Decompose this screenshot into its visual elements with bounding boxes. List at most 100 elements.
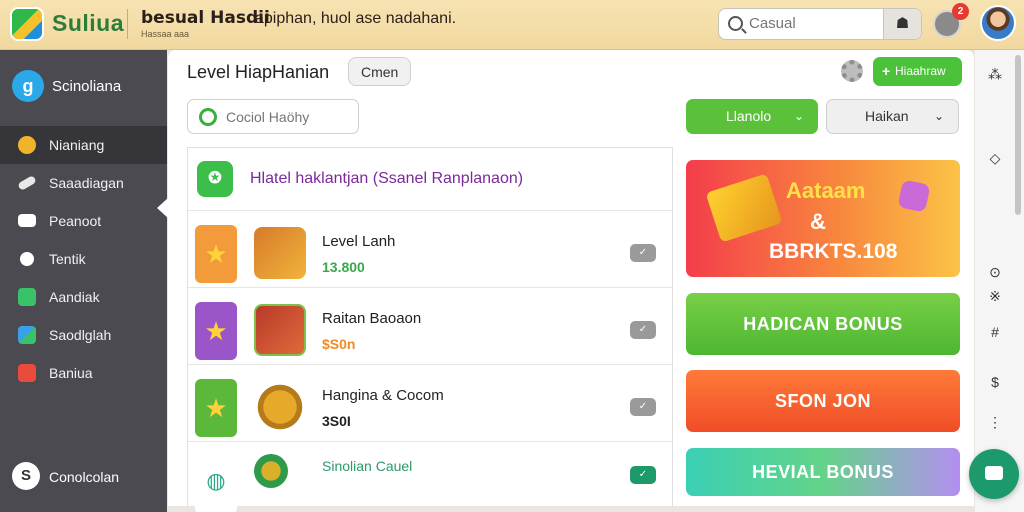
header-message: apiphan, huol ase nadahani.	[255, 10, 457, 27]
user-avatar[interactable]	[980, 5, 1016, 41]
app-logo-icon[interactable]	[10, 7, 44, 41]
diamond-icon[interactable]: ◇	[985, 148, 1005, 168]
sidebar-item-tentik[interactable]: Tentik	[0, 240, 167, 278]
list-item-title: Hangina & Cocom	[322, 387, 444, 404]
secondary-dropdown[interactable]: Haikan ⌄	[826, 99, 959, 134]
list-item[interactable]: ★ Raitan Baoaon $S0n ✓	[188, 287, 672, 364]
header-divider	[127, 9, 128, 39]
mail-icon	[18, 214, 36, 227]
help-icon: S	[12, 462, 40, 490]
dollar-icon[interactable]: $	[985, 372, 1005, 392]
link-icon[interactable]: ※	[985, 286, 1005, 306]
main-panel: Level HiapHanian Cmen Hiaahraw Llanolo ⌄…	[168, 50, 974, 512]
promo-banner-line2: &	[810, 209, 826, 234]
sidebar-nav: Nianiang Saaadiagan Peanoot Tentik Aandi…	[0, 126, 167, 392]
promo-banner-line3: BBRKTS.108	[769, 240, 898, 263]
green-coin-icon	[254, 454, 288, 488]
controller-icon	[18, 326, 36, 344]
hadican-bonus-button[interactable]: HADICAN BONUS	[686, 293, 960, 355]
coin-stack-icon	[254, 381, 306, 433]
sfon-jon-button[interactable]: SFON JON	[686, 370, 960, 432]
row-action-toggle[interactable]: ✓	[630, 321, 656, 339]
robot-icon: ◍	[195, 456, 237, 512]
gift-box-icon	[254, 304, 306, 356]
chevron-down-icon: ⌄	[793, 109, 804, 123]
list-header: ✪ Hlatel haklantjan (Ssanel Ranplanaon)	[188, 148, 672, 197]
filter-box	[187, 99, 359, 134]
treasure-chest-icon	[254, 227, 306, 279]
info-icon[interactable]: ⊙	[985, 262, 1005, 282]
page-title: Level HiapHanian	[187, 62, 330, 82]
mode-chip[interactable]: Cmen	[348, 57, 412, 86]
filter-input[interactable]	[226, 109, 351, 125]
list-item-title: Sinolian Cauel	[322, 458, 413, 474]
gift-icon	[18, 364, 36, 382]
primary-dropdown-label: Llanolo	[726, 108, 772, 124]
search-input[interactable]	[749, 15, 879, 32]
refresh-icon	[199, 108, 217, 126]
app-logo-text[interactable]: Suliua	[52, 10, 124, 37]
heart-icon	[897, 179, 931, 213]
star-icon: ★	[195, 302, 237, 360]
list-item-title: Raitan Baoaon	[322, 310, 422, 327]
list-item[interactable]: ★ Hangina & Cocom 3S0I ✓	[188, 364, 672, 441]
gift-icon	[705, 173, 783, 243]
sidebar-bottom-item[interactable]: S Conolcolan	[12, 462, 162, 494]
sidebar-bottom-label: Conolcolan	[49, 469, 120, 485]
search-box: ☗	[718, 8, 922, 40]
hash-icon[interactable]: #	[985, 322, 1005, 342]
star-icon: ★	[195, 379, 237, 437]
gamepad-icon	[18, 288, 36, 306]
sidebar-item-aandiak[interactable]: Aandiak	[0, 278, 167, 316]
sidebar-item-nianiang[interactable]: Nianiang	[0, 126, 167, 164]
gear-icon[interactable]	[841, 60, 863, 82]
promo-banner[interactable]: Aataam & BBRKTS.108	[686, 160, 960, 277]
row-action-toggle[interactable]: ✓	[630, 466, 656, 484]
sidebar-item-label: Nianiang	[49, 137, 105, 153]
sidebar-item-label: Aandiak	[49, 289, 100, 305]
search-filter-button[interactable]: ☗	[883, 9, 921, 39]
sidebar-item-peanoot[interactable]: Peanoot	[0, 202, 167, 240]
coin-icon	[18, 136, 36, 154]
chat-icon	[20, 252, 34, 266]
item-list: ✪ Hlatel haklantjan (Ssanel Ranplanaon) …	[187, 147, 673, 512]
list-item-value: $S0n	[322, 336, 356, 352]
header-subtitle: Hassaa aaa	[141, 29, 190, 39]
hevial-bonus-button[interactable]: HEVIAL BONUS	[686, 448, 960, 496]
notification-badge: 2	[952, 3, 969, 20]
row-action-toggle[interactable]: ✓	[630, 398, 656, 416]
list-item-value: 3S0I	[322, 413, 351, 429]
row-action-toggle[interactable]: ✓	[630, 244, 656, 262]
list-item-title: Level Lanh	[322, 233, 396, 250]
compass-icon: ✪	[197, 161, 233, 197]
rocket-icon	[17, 175, 37, 191]
sidebar-brand[interactable]: g Scinoliana	[12, 70, 162, 106]
search-icon	[728, 16, 743, 31]
active-nav-pointer	[157, 198, 168, 218]
chat-fab-button[interactable]	[969, 449, 1019, 499]
sidebar-item-label: Baniua	[49, 365, 93, 381]
scrollbar[interactable]	[1015, 55, 1021, 215]
add-button[interactable]: Hiaahraw	[873, 57, 962, 86]
sidebar-item-baniua[interactable]: Baniua	[0, 354, 167, 392]
sidebar-item-label: Saodlglah	[49, 327, 112, 343]
promo-banner-line1: Aataam	[786, 178, 866, 203]
brand-g-icon: g	[12, 70, 44, 102]
sidebar-item-saaadiagan[interactable]: Saaadiagan	[0, 164, 167, 202]
list-item[interactable]: ★ Level Lanh 13.800 ✓	[188, 210, 672, 287]
secondary-dropdown-label: Haikan	[865, 108, 909, 124]
list-header-text: Hlatel haklantjan (Ssanel Ranplanaon)	[250, 170, 524, 187]
list-item[interactable]: ◍ Sinolian Cauel ✓	[188, 441, 672, 512]
sidebar-brand-label: Scinoliana	[52, 78, 122, 95]
sidebar-item-label: Tentik	[49, 251, 86, 267]
sidebar-item-saodlglah[interactable]: Saodlglah	[0, 316, 167, 354]
sidebar-item-label: Saaadiagan	[49, 175, 124, 191]
primary-dropdown[interactable]: Llanolo ⌄	[686, 99, 818, 134]
header-title: besual Hasdii	[141, 8, 270, 28]
star-icon: ★	[195, 225, 237, 283]
sidebar-item-label: Peanoot	[49, 213, 102, 229]
more-icon[interactable]: ⋮	[985, 412, 1005, 432]
share-icon[interactable]: ⁂	[985, 64, 1005, 84]
top-bar: Suliua besual Hasdii Hassaa aaa apiphan,…	[0, 0, 1024, 50]
sidebar: g Scinoliana Nianiang Saaadiagan Peanoot…	[0, 50, 167, 512]
